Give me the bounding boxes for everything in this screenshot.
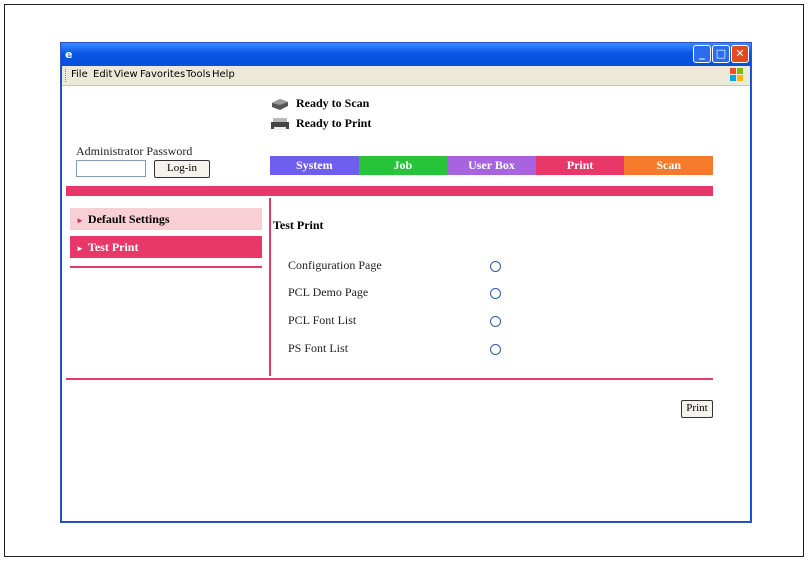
option-pcl-demo-page-radio[interactable] — [490, 288, 501, 299]
print-button[interactable]: Print — [681, 400, 713, 418]
scan-status-text: Ready to Scan — [296, 96, 370, 110]
menu-bar: File Edit View Favorites Tools Help — [62, 66, 750, 86]
print-status-text: Ready to Print — [296, 116, 372, 130]
option-ps-font-list-radio[interactable] — [490, 344, 501, 355]
sidebar-item-test-print[interactable]: ► Test Print — [70, 236, 262, 258]
panel-divider — [269, 198, 271, 376]
sidebar-item-default-settings[interactable]: ► Default Settings — [70, 208, 262, 230]
scan-status: Ready to Scan — [270, 96, 369, 111]
scanner-icon — [270, 97, 290, 111]
admin-password-label: Administrator Password — [76, 144, 193, 158]
main-tabs: System Job User Box Print Scan — [270, 156, 713, 175]
toolbar-grip — [65, 69, 68, 82]
content-divider — [66, 378, 713, 380]
arrow-right-icon: ► — [76, 216, 84, 225]
windows-logo-icon — [730, 68, 744, 82]
admin-password-input[interactable] — [76, 160, 146, 177]
sidebar-item-label: Default Settings — [87, 212, 170, 226]
minimize-icon[interactable]: _ — [693, 45, 711, 63]
option-pcl-demo-page-label: PCL Demo Page — [288, 285, 369, 299]
option-configuration-page-label: Configuration Page — [288, 258, 382, 272]
option-configuration-page-radio[interactable] — [490, 261, 501, 272]
sidebar-divider — [70, 266, 262, 268]
app-icon: e — [65, 48, 73, 61]
menu-help[interactable]: Help — [212, 69, 235, 80]
maximize-icon[interactable]: □ — [712, 45, 730, 63]
menu-tools[interactable]: Tools — [186, 69, 211, 80]
close-icon[interactable]: ✕ — [731, 45, 749, 63]
option-ps-font-list-label: PS Font List — [288, 341, 349, 355]
browser-window: e _ □ ✕ File Edit View Favorites Tools H… — [60, 42, 752, 523]
print-status: Ready to Print — [270, 116, 371, 131]
menu-view[interactable]: View — [114, 69, 138, 80]
tab-system[interactable]: System — [270, 156, 359, 175]
tab-user-box[interactable]: User Box — [447, 156, 536, 175]
login-button[interactable]: Log-in — [154, 160, 210, 178]
page-content: Ready to Scan Ready to Print Administrat… — [62, 86, 750, 521]
menu-edit[interactable]: Edit — [93, 69, 112, 80]
section-title: Test Print — [273, 218, 324, 232]
tab-scan[interactable]: Scan — [624, 156, 713, 175]
printer-icon — [270, 117, 290, 131]
arrow-right-icon: ► — [76, 244, 84, 253]
sidebar-item-label: Test Print — [87, 240, 139, 254]
title-bar: e _ □ ✕ — [61, 43, 751, 66]
header-divider — [66, 186, 713, 196]
menu-favorites[interactable]: Favorites — [140, 69, 185, 80]
tab-print[interactable]: Print — [535, 156, 625, 175]
menu-file[interactable]: File — [71, 69, 88, 80]
option-pcl-font-list-label: PCL Font List — [288, 313, 357, 327]
option-pcl-font-list-radio[interactable] — [490, 316, 501, 327]
tab-job[interactable]: Job — [358, 156, 448, 175]
